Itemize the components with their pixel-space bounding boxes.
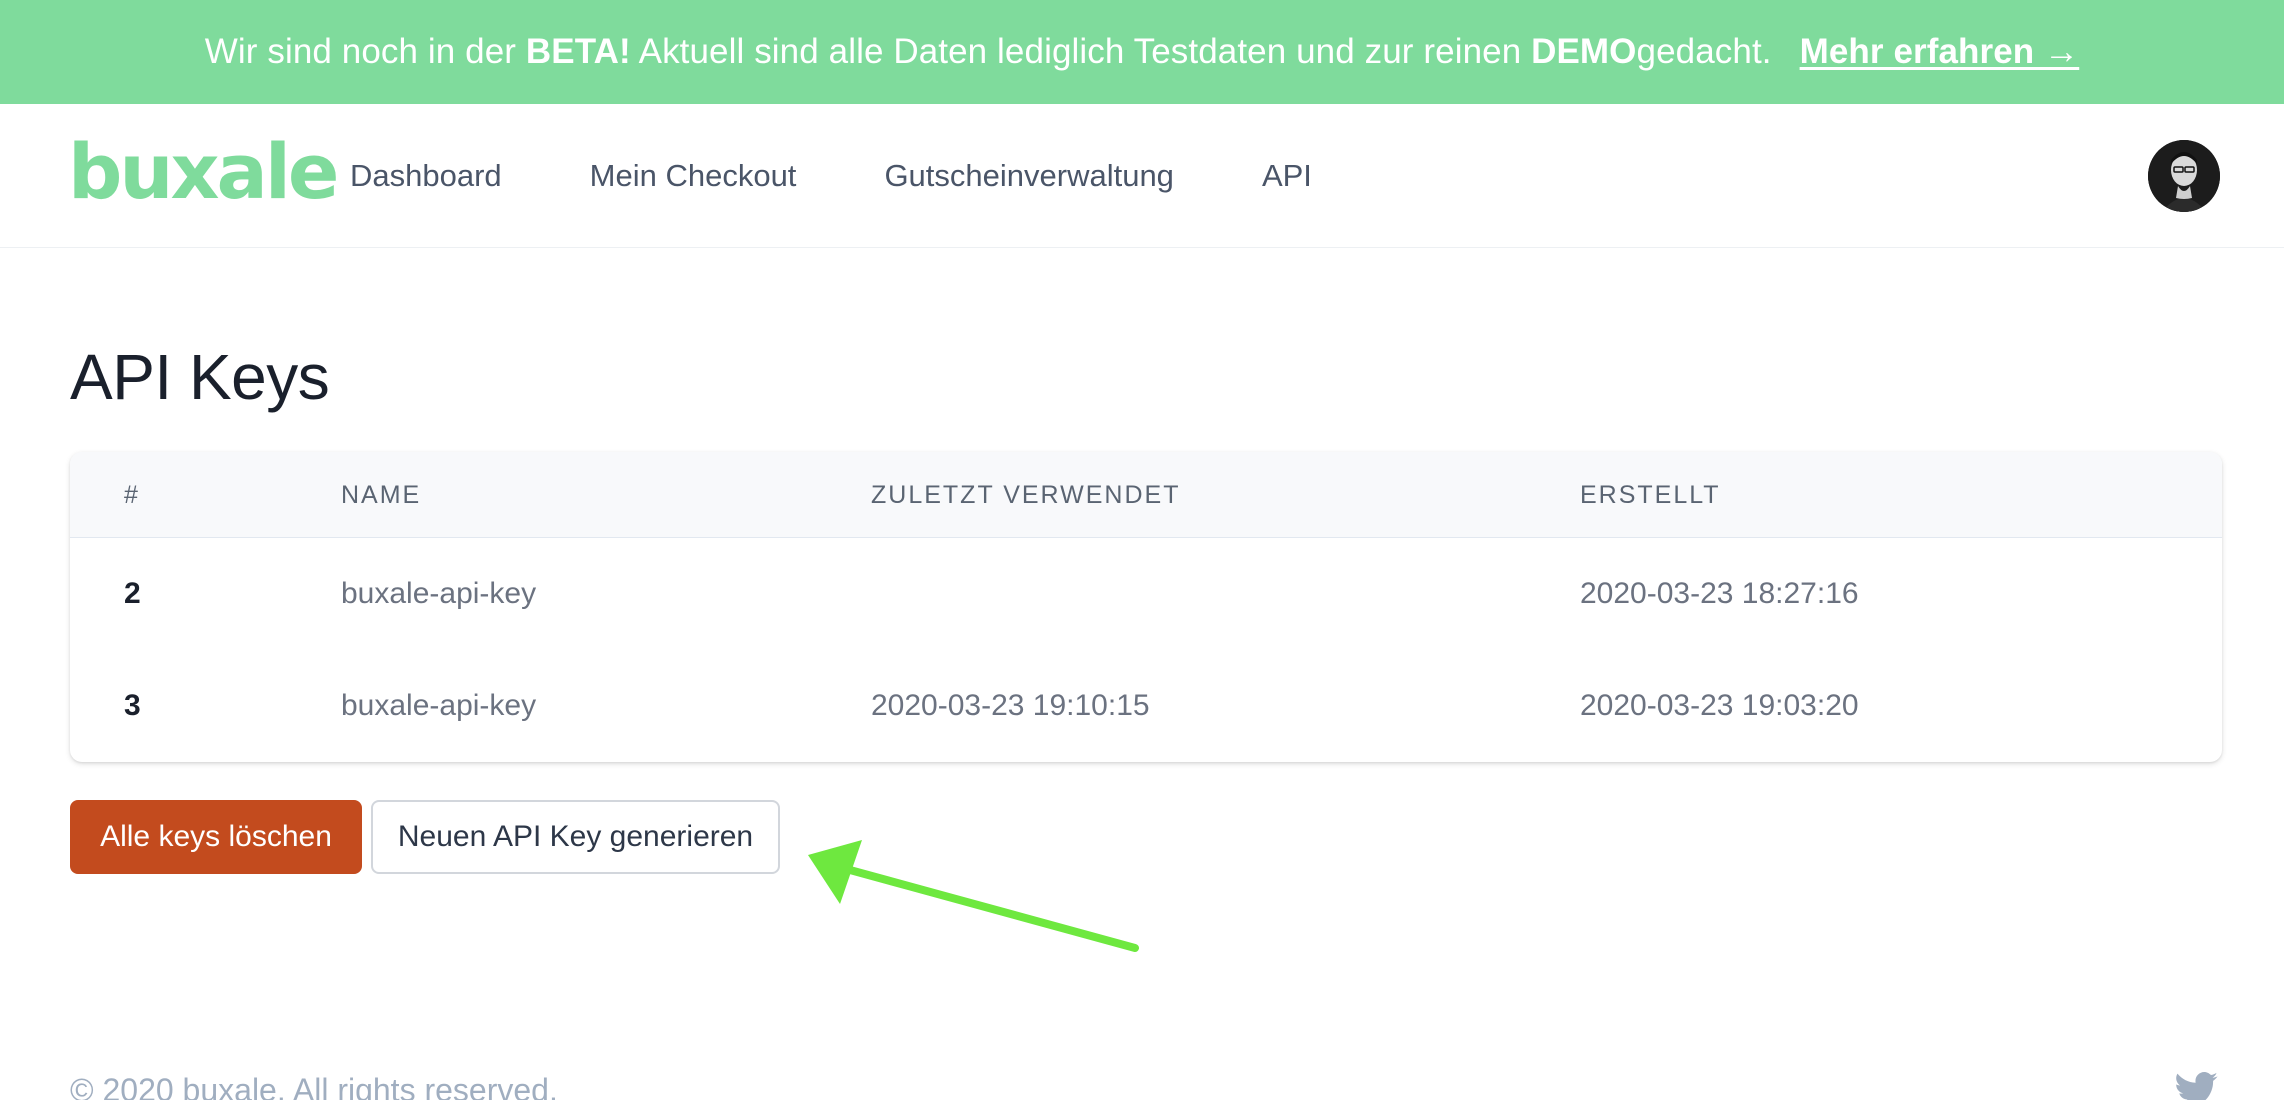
nav-api[interactable]: API — [1262, 158, 1312, 194]
row-last-used: 2020-03-23 19:10:15 — [871, 689, 1150, 722]
nav-dashboard[interactable]: Dashboard — [350, 158, 502, 194]
row-id: 2 — [124, 577, 141, 610]
column-header-created: ERSTELLT — [1580, 481, 1721, 509]
page-title: API Keys — [70, 341, 330, 413]
row-name: buxale-api-key — [341, 689, 537, 722]
avatar-portrait-icon — [2148, 140, 2220, 212]
column-header-name: NAME — [341, 481, 422, 509]
twitter-icon[interactable] — [2174, 1072, 2218, 1100]
row-created: 2020-03-23 18:27:16 — [1580, 577, 1859, 610]
beta-banner: Wir sind noch in der BETA! Aktuell sind … — [0, 0, 2284, 104]
table-header: # NAME ZULETZT VERWENDET ERSTELLT — [70, 452, 2222, 538]
row-id: 3 — [124, 689, 141, 722]
table-row: 3 buxale-api-key 2020-03-23 19:10:15 202… — [70, 650, 2222, 762]
annotation-arrow-icon — [808, 840, 1139, 952]
banner-beta-label: BETA! — [525, 32, 631, 71]
delete-all-keys-button[interactable]: Alle keys löschen — [70, 800, 362, 874]
column-header-id: # — [124, 481, 140, 509]
buxale-logo[interactable]: buxale — [68, 134, 339, 210]
banner-demo-label: DEMO — [1531, 32, 1637, 71]
main-nav: Dashboard Mein Checkout Gutscheinverwalt… — [350, 104, 1400, 248]
banner-text-1: Wir sind noch in der — [204, 32, 526, 71]
api-keys-table: # NAME ZULETZT VERWENDET ERSTELLT 2 buxa… — [70, 452, 2222, 762]
nav-mein-checkout[interactable]: Mein Checkout — [590, 158, 797, 194]
table-row: 2 buxale-api-key 2020-03-23 18:27:16 — [70, 538, 2222, 650]
column-header-last-used: ZULETZT VERWENDET — [871, 481, 1181, 509]
footer-copyright: © 2020 buxale. All rights reserved. — [70, 1072, 558, 1100]
user-avatar[interactable] — [2148, 140, 2220, 212]
nav-gutscheinverwaltung[interactable]: Gutscheinverwaltung — [884, 158, 1174, 194]
row-created: 2020-03-23 19:03:20 — [1580, 689, 1859, 722]
top-nav: buxale Dashboard Mein Checkout Gutschein… — [0, 104, 2284, 248]
banner-text-2: Aktuell sind alle Daten lediglich Testda… — [630, 32, 1532, 71]
generate-api-key-button[interactable]: Neuen API Key generieren — [371, 800, 780, 874]
row-name: buxale-api-key — [341, 577, 537, 610]
learn-more-link[interactable]: Mehr erfahren → — [1800, 32, 2080, 72]
banner-text-3: gedacht. — [1636, 32, 1772, 71]
